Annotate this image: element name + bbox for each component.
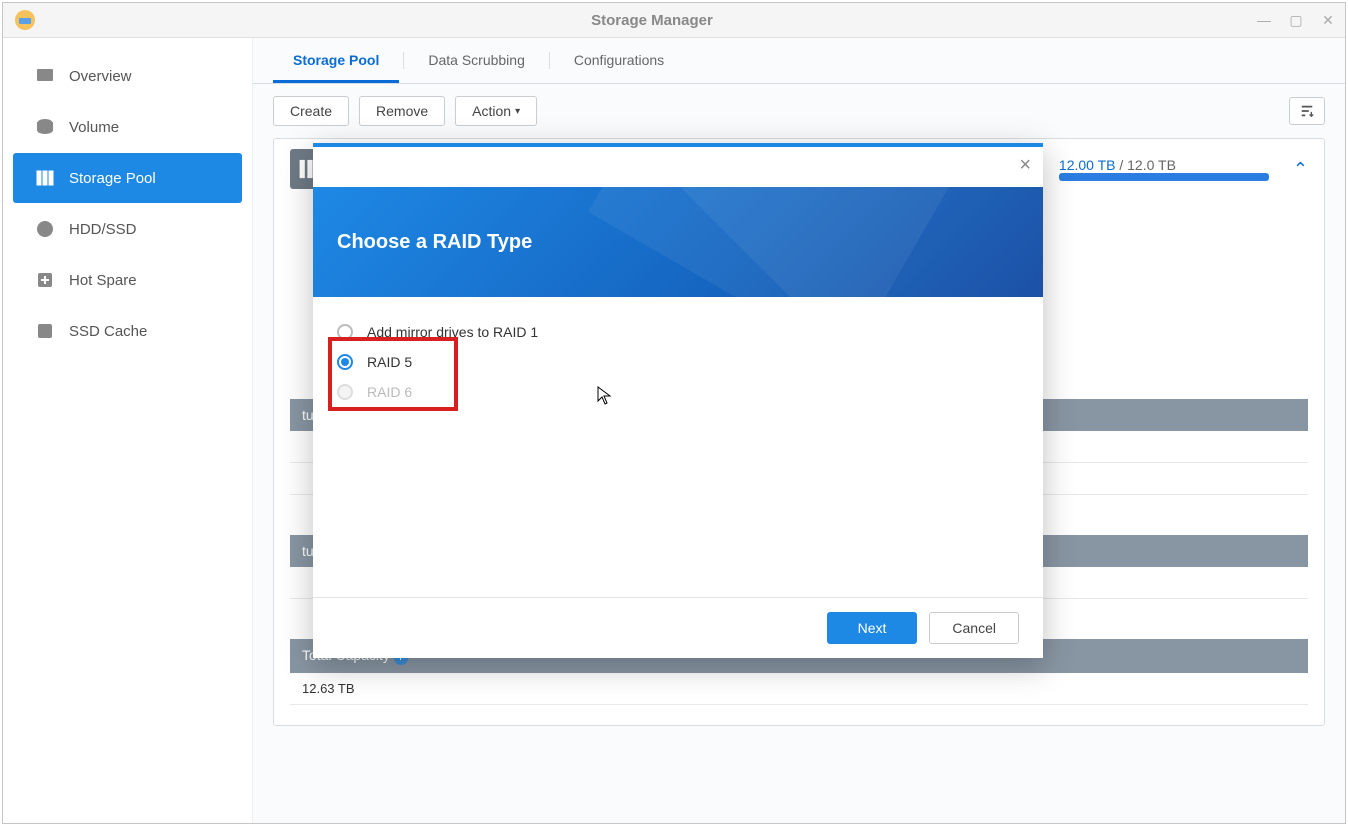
- sort-icon: [1300, 104, 1314, 118]
- sort-button[interactable]: [1289, 97, 1325, 125]
- disk-icon: [35, 219, 55, 239]
- sidebar-item-hdd-ssd[interactable]: HDD/SSD: [13, 204, 242, 254]
- cell-total-capacity: 12.63 TB: [290, 673, 1308, 705]
- radio-add-mirror[interactable]: Add mirror drives to RAID 1: [337, 317, 1019, 347]
- sidebar-label: Storage Pool: [69, 170, 156, 187]
- volume-icon: [35, 117, 55, 137]
- tabbar: Storage Pool Data Scrubbing Configuratio…: [253, 38, 1345, 84]
- radio-icon: [337, 384, 353, 400]
- window-controls: — ▢ ✕: [1257, 13, 1335, 27]
- sidebar: Overview Volume Storage Pool HDD/SSD Hot…: [3, 38, 253, 823]
- minimize-button[interactable]: —: [1257, 13, 1271, 27]
- radio-raid5[interactable]: RAID 5: [337, 347, 1019, 377]
- capacity-total: 12.0 TB: [1127, 157, 1176, 173]
- create-button[interactable]: Create: [273, 96, 349, 126]
- radio-label: RAID 6: [367, 384, 412, 400]
- action-button[interactable]: Action▾: [455, 96, 537, 126]
- sidebar-label: SSD Cache: [69, 323, 147, 340]
- pool-icon: [35, 168, 55, 188]
- radio-label: Add mirror drives to RAID 1: [367, 324, 538, 340]
- radio-icon: [337, 324, 353, 340]
- sidebar-label: Volume: [69, 119, 119, 136]
- window-title: Storage Manager: [47, 12, 1257, 29]
- next-button[interactable]: Next: [827, 612, 918, 644]
- cancel-button[interactable]: Cancel: [929, 612, 1019, 644]
- sidebar-item-ssd-cache[interactable]: SSD Cache: [13, 306, 242, 356]
- sidebar-item-storage-pool[interactable]: Storage Pool: [13, 153, 242, 203]
- sidebar-label: HDD/SSD: [69, 221, 137, 238]
- storage-manager-window: Storage Manager — ▢ ✕ Overview Volume St…: [2, 2, 1346, 824]
- collapse-chevron-icon[interactable]: ⌃: [1293, 159, 1308, 180]
- table-row: 12.63 TB: [290, 673, 1308, 705]
- capacity-block: 12.00 TB / 12.0 TB: [1059, 157, 1269, 181]
- modal-title: Choose a RAID Type: [337, 231, 532, 254]
- modal-body: Add mirror drives to RAID 1 RAID 5 RAID …: [313, 297, 1043, 597]
- tab-data-scrubbing[interactable]: Data Scrubbing: [408, 38, 545, 83]
- modal-header: Choose a RAID Type: [313, 187, 1043, 297]
- close-button[interactable]: ✕: [1321, 13, 1335, 27]
- sidebar-label: Overview: [69, 68, 132, 85]
- tab-configurations[interactable]: Configurations: [554, 38, 684, 83]
- sidebar-label: Hot Spare: [69, 272, 137, 289]
- capacity-sep: /: [1115, 157, 1127, 173]
- modal-close-button[interactable]: ×: [1019, 155, 1031, 175]
- toolbar: Create Remove Action▾: [253, 84, 1345, 138]
- tab-storage-pool[interactable]: Storage Pool: [273, 38, 399, 83]
- titlebar: Storage Manager — ▢ ✕: [3, 3, 1345, 38]
- overview-icon: [35, 66, 55, 86]
- sidebar-item-hot-spare[interactable]: Hot Spare: [13, 255, 242, 305]
- radio-icon: [337, 354, 353, 370]
- remove-button[interactable]: Remove: [359, 96, 445, 126]
- spare-icon: [35, 270, 55, 290]
- capacity-used: 12.00 TB: [1059, 157, 1116, 173]
- radio-raid6: RAID 6: [337, 377, 1019, 407]
- raid-type-modal: × Choose a RAID Type Add mirror drives t…: [313, 143, 1043, 658]
- radio-label: RAID 5: [367, 354, 412, 370]
- sidebar-item-overview[interactable]: Overview: [13, 51, 242, 101]
- capacity-bar: [1059, 173, 1269, 181]
- app-icon: [13, 8, 37, 32]
- modal-footer: Next Cancel: [313, 597, 1043, 658]
- sidebar-item-volume[interactable]: Volume: [13, 102, 242, 152]
- cache-icon: [35, 321, 55, 341]
- maximize-button[interactable]: ▢: [1289, 13, 1303, 27]
- chevron-down-icon: ▾: [515, 106, 520, 117]
